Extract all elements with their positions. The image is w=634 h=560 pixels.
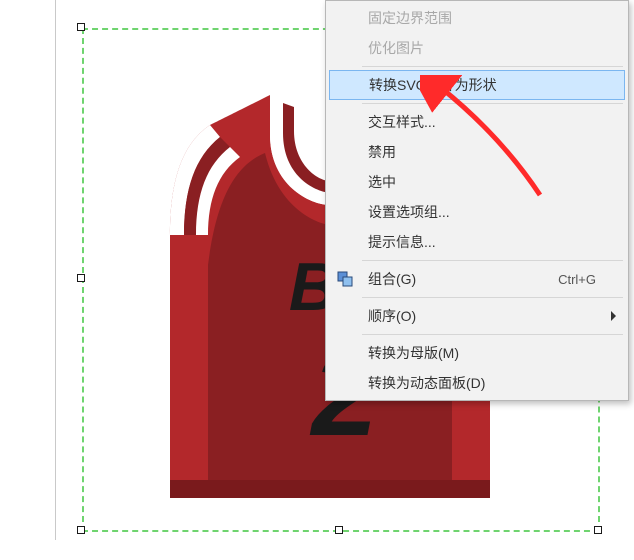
menu-item-7[interactable]: 选中 <box>328 167 626 197</box>
menu-separator <box>362 103 623 104</box>
menu-item-15[interactable]: 转换为母版(M) <box>328 338 626 368</box>
menu-item-label: 组合(G) <box>368 269 416 289</box>
menu-item-label: 顺序(O) <box>368 306 416 326</box>
menu-shortcut: Ctrl+G <box>558 272 596 287</box>
resize-handle-bl[interactable] <box>77 526 85 534</box>
menu-item-label: 转换为动态面板(D) <box>368 373 485 393</box>
workspace-canvas: BU 2 固定边界范围优化图片转换SVG图片为形状交互样式...禁用选中设置选项… <box>0 0 634 560</box>
resize-handle-bm[interactable] <box>335 526 343 534</box>
menu-item-5[interactable]: 交互样式... <box>328 107 626 137</box>
menu-item-label: 固定边界范围 <box>368 8 452 28</box>
menu-item-6[interactable]: 禁用 <box>328 137 626 167</box>
menu-item-label: 交互样式... <box>368 112 436 132</box>
menu-separator <box>362 66 623 67</box>
resize-handle-tl[interactable] <box>77 23 85 31</box>
menu-separator <box>362 334 623 335</box>
menu-item-label: 设置选项组... <box>368 202 450 222</box>
group-icon <box>336 270 354 288</box>
resize-handle-ml[interactable] <box>77 274 85 282</box>
menu-item-9[interactable]: 提示信息... <box>328 227 626 257</box>
menu-separator <box>362 260 623 261</box>
menu-item-0: 固定边界范围 <box>328 3 626 33</box>
menu-item-8[interactable]: 设置选项组... <box>328 197 626 227</box>
menu-item-label: 提示信息... <box>368 232 436 252</box>
menu-item-3[interactable]: 转换SVG图片为形状 <box>329 70 625 100</box>
menu-item-1: 优化图片 <box>328 33 626 63</box>
menu-separator <box>362 297 623 298</box>
menu-item-11[interactable]: 组合(G) Ctrl+G <box>328 264 626 294</box>
chevron-right-icon <box>611 311 616 321</box>
menu-item-16[interactable]: 转换为动态面板(D) <box>328 368 626 398</box>
menu-item-label: 转换为母版(M) <box>368 343 459 363</box>
menu-item-13[interactable]: 顺序(O) <box>328 301 626 331</box>
ruler-gutter <box>0 0 56 540</box>
menu-item-label: 选中 <box>368 172 396 192</box>
resize-handle-br[interactable] <box>594 526 602 534</box>
menu-item-label: 优化图片 <box>368 38 424 58</box>
menu-item-label: 转换SVG图片为形状 <box>369 75 497 95</box>
menu-item-label: 禁用 <box>368 142 396 162</box>
context-menu: 固定边界范围优化图片转换SVG图片为形状交互样式... 禁用选中设置选项组... 提… <box>325 0 629 401</box>
